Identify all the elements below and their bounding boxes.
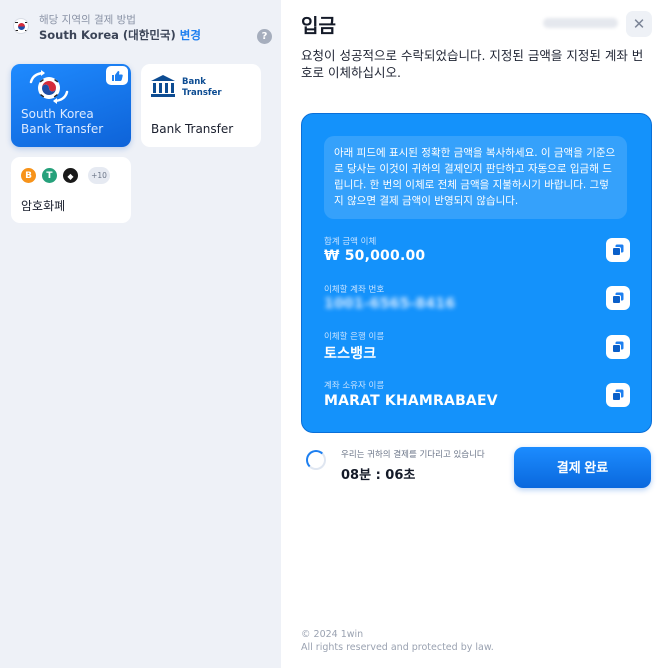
footer: © 2024 1win All rights reserved and prot…: [301, 628, 494, 654]
bitcoin-icon: B: [20, 167, 37, 184]
copy-icon: [612, 244, 624, 256]
copy-icon: [612, 341, 624, 353]
method-label: South Korea Bank Transfer: [21, 107, 104, 136]
region-country: South Korea (대한민국) 변경: [39, 27, 201, 43]
loading-spinner-icon: [306, 450, 326, 470]
method-label: 암호화폐: [21, 199, 66, 213]
payment-complete-button[interactable]: 결제 완료: [514, 447, 651, 488]
method-card-bank-transfer[interactable]: Bank Transfer Bank Transfer: [141, 64, 261, 147]
ethereum-icon: ◆: [62, 167, 79, 184]
close-icon[interactable]: ✕: [626, 11, 652, 37]
bank-name-label: 이체할 은행 이름: [324, 332, 385, 342]
method-label: Bank Transfer: [151, 122, 234, 136]
footer-copyright: © 2024 1win: [301, 629, 364, 640]
account-number-label: 이체할 계좌 번호: [324, 285, 385, 295]
region-selector: 해당 지역의 결제 방법 South Korea (대한민국) 변경 ?: [11, 10, 272, 46]
account-holder-value[interactable]: MARAT KHAMRABAEV: [324, 393, 498, 409]
user-id-blurred: [543, 18, 618, 28]
page-title: 입금: [301, 15, 336, 37]
amount-value[interactable]: ₩ 50,000.00: [324, 248, 425, 264]
amount-label: 합계 금액 이체: [324, 237, 377, 247]
region-change-link[interactable]: 변경: [180, 28, 201, 42]
region-caption: 해당 지역의 결제 방법: [39, 14, 136, 26]
deposit-description: 요청이 성공적으로 수락되었습니다. 지정된 금액을 지정된 계좌 번호로 이체…: [301, 48, 644, 80]
method-card-crypto[interactable]: B T ◆ +10 암호화폐: [11, 157, 131, 223]
copy-icon: [612, 292, 624, 304]
copy-account-number-button[interactable]: [606, 286, 630, 310]
payment-method-sidebar: 해당 지역의 결제 방법 South Korea (대한민국) 변경 ? Sou…: [0, 0, 281, 668]
bank-name-value[interactable]: 토스뱅크: [324, 343, 376, 363]
more-coins-badge: +10: [88, 167, 110, 184]
waiting-text: 우리는 귀하의 결제를 기다리고 있습니다: [341, 450, 485, 460]
instruction-notice: 아래 피드에 표시된 정확한 금액을 복사하세요. 이 금액을 기준으로 당사는…: [324, 136, 627, 219]
account-holder-label: 계좌 소유자 이름: [324, 381, 385, 391]
account-number-value[interactable]: 1001-6565-8416: [324, 296, 455, 312]
thumbs-up-icon: [106, 66, 128, 85]
copy-icon: [612, 389, 624, 401]
copy-bank-name-button[interactable]: [606, 335, 630, 359]
payment-waiting-status: 우리는 귀하의 결제를 기다리고 있습니다 08분 : 06초: [303, 447, 513, 491]
region-country-name: South Korea (대한민국): [39, 28, 176, 42]
footer-rights: All rights reserved and protected by law…: [301, 642, 494, 653]
bank-icon: [151, 75, 175, 97]
countdown-timer: 08분 : 06초: [341, 468, 416, 483]
tether-icon: T: [41, 167, 58, 184]
south-korea-flag-icon: [13, 18, 29, 34]
korea-exchange-icon: [29, 70, 69, 104]
copy-account-holder-button[interactable]: [606, 383, 630, 407]
transfer-details-panel: 아래 피드에 표시된 정확한 금액을 복사하세요. 이 금액을 기준으로 당사는…: [301, 113, 652, 433]
method-card-south-korea-bank-transfer[interactable]: South Korea Bank Transfer: [11, 64, 131, 147]
help-icon[interactable]: ?: [257, 29, 272, 44]
bank-transfer-logo-text: Bank Transfer: [182, 77, 222, 98]
copy-amount-button[interactable]: [606, 238, 630, 262]
